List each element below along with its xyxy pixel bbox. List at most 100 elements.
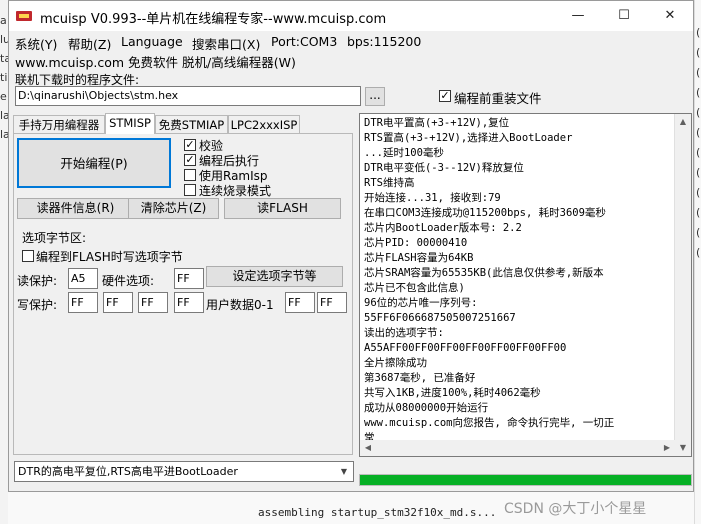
menu-language[interactable]: Language	[121, 34, 183, 49]
menu-system[interactable]: 系统(Y)	[15, 34, 57, 53]
minimize-button[interactable]: —	[555, 1, 601, 31]
background-right-fragment: (	[696, 186, 701, 199]
log-line: 读出的选项字节:	[364, 327, 444, 339]
program-option-checkbox[interactable]	[184, 169, 196, 181]
erase-chip-button[interactable]: 清除芯片(Z)	[128, 198, 219, 219]
program-option-checkbox[interactable]: ✓	[184, 139, 196, 151]
bootloader-mode-value: DTR的高电平复位,RTS高电平进BootLoader	[18, 465, 238, 478]
log-line: 共写入1KB,进度100%,耗时4062毫秒	[364, 387, 541, 399]
background-right-fragment: (	[696, 226, 701, 239]
log-line: 成功从08000000开始运行	[364, 402, 489, 414]
tab-handheld-programmer[interactable]: 手持万用编程器	[13, 115, 105, 134]
program-option-label: 连续烧录模式	[199, 184, 272, 198]
log-line: DTR电平变低(-3--12V)释放复位	[364, 162, 524, 174]
tab-free-stmiap[interactable]: 免费STMIAP	[155, 115, 228, 134]
minimize-icon: —	[571, 8, 585, 23]
menu-port[interactable]: Port:COM3	[271, 34, 337, 49]
log-line: 开始连接...31, 接收到:79	[364, 192, 501, 204]
write-protect-field-0[interactable]: FF	[68, 292, 98, 313]
browse-button[interactable]: ...	[365, 87, 385, 106]
close-icon: ✕	[664, 8, 676, 23]
log-line: 芯片已不包含此信息)	[364, 282, 465, 294]
write-protect-field-3[interactable]: FF	[174, 292, 204, 313]
background-left-fragment: ti	[0, 71, 8, 84]
free-software-link[interactable]: www.mcuisp.com 免费软件 脱机/高线编程器(W)	[15, 52, 296, 71]
mcuisp-window: mcuisp V0.993--单片机在线编程专家--www.mcuisp.com…	[8, 0, 694, 492]
tab-lpc2xxxisp[interactable]: LPC2xxxISP	[228, 115, 300, 134]
log-lines: DTR电平置高(+3-+12V),复位 RTS置高(+3-+12V),选择进入Bo…	[364, 116, 674, 446]
read-protect-field[interactable]: A5	[68, 268, 98, 289]
option-bytes-group-label: 选项字节区:	[22, 231, 87, 245]
background-bottom-text: assembling startup_stm32f10x_md.s...	[258, 506, 497, 519]
read-device-info-button[interactable]: 读器件信息(R)	[17, 198, 134, 219]
chevron-down-icon[interactable]: ▼	[337, 462, 351, 481]
scroll-down-icon[interactable]: ▼	[675, 440, 691, 456]
log-vertical-scrollbar[interactable]: ▲ ▼	[674, 114, 691, 456]
background-right-fragment: (	[696, 46, 701, 59]
log-line: ...延时100毫秒	[364, 147, 444, 159]
log-line: www.mcuisp.com向您报告, 命令执行完毕, 一切正	[364, 417, 615, 429]
maximize-button[interactable]: ☐	[601, 1, 647, 31]
log-line: DTR电平置高(+3-+12V),复位	[364, 117, 510, 129]
background-window-right: ((((((((((((	[694, 0, 701, 524]
window-title: mcuisp V0.993--单片机在线编程专家--www.mcuisp.com	[40, 12, 387, 27]
hardware-option-field[interactable]: FF	[174, 268, 204, 289]
close-button[interactable]: ✕	[647, 1, 693, 31]
background-right-fragment: (	[696, 66, 701, 79]
log-line: 芯片SRAM容量为65535KB(此信息仅供参考,新版本	[364, 267, 604, 279]
checkmark-icon: ✓	[440, 89, 450, 102]
stmisp-panel: 开始编程(P) ✓ 校验 ✓ 编程后执行 使用RamIsp 连续烧录模式 读器件信息(R)…	[13, 133, 353, 455]
log-line: 芯片FLASH容量为64KB	[364, 252, 474, 264]
log-line: RTS置高(+3-+12V),选择进入BootLoader	[364, 132, 573, 144]
background-right-fragment: (	[696, 146, 701, 159]
scroll-right-icon[interactable]: ▶	[659, 440, 675, 456]
program-file-path-field[interactable]: D:\qinarushi\Objects\stm.hex	[15, 86, 361, 106]
start-program-button[interactable]: 开始编程(P)	[17, 138, 171, 188]
scroll-left-icon[interactable]: ◀	[360, 440, 376, 456]
log-line: 在串口COM3连接成功@115200bps, 耗时3609毫秒	[364, 207, 606, 219]
set-option-bytes-button[interactable]: 设定选项字节等	[206, 266, 343, 287]
log-line: RTS维持高	[364, 177, 415, 189]
menu-help[interactable]: 帮助(Z)	[68, 34, 111, 53]
program-option-checkbox[interactable]: ✓	[184, 154, 196, 166]
bootloader-mode-select[interactable]: DTR的高电平复位,RTS高电平进BootLoader ▼	[14, 461, 354, 482]
log-line: 芯片PID: 00000410	[364, 237, 468, 249]
read-flash-button[interactable]: 读FLASH	[224, 198, 341, 219]
write-protect-field-2[interactable]: FF	[138, 292, 168, 313]
background-right-fragment: (	[696, 126, 701, 139]
write-protect-label: 写保护:	[17, 298, 58, 312]
log-line: 芯片内BootLoader版本号: 2.2	[364, 222, 522, 234]
write-protect-field-1[interactable]: FF	[103, 292, 133, 313]
background-right-fragment: (	[696, 86, 701, 99]
background-left-fragment: a	[0, 14, 7, 27]
csdn-watermark: CSDN @大丁小个星星	[504, 501, 647, 517]
menu-bps[interactable]: bps:115200	[347, 34, 421, 49]
log-line: 第3687毫秒, 已准备好	[364, 372, 476, 384]
write-option-bytes-checkbox[interactable]	[22, 250, 34, 262]
log-output[interactable]: DTR电平置高(+3-+12V),复位 RTS置高(+3-+12V),选择进入Bo…	[359, 113, 692, 457]
tab-stmisp[interactable]: STMISP	[105, 113, 155, 134]
background-left-fragment: e	[0, 90, 7, 103]
read-protect-label: 读保护:	[17, 274, 58, 288]
log-horizontal-scrollbar[interactable]: ◀ ▶	[360, 440, 675, 456]
background-right-fragment: (	[696, 246, 701, 259]
reload-before-program-label: 编程前重装文件	[454, 91, 542, 106]
app-icon	[16, 11, 32, 21]
maximize-icon: ☐	[618, 8, 630, 23]
log-line: A55AFF00FF00FF00FF00FF00FF00FF00	[364, 342, 567, 354]
user-data-field-0[interactable]: FF	[285, 292, 315, 313]
scroll-up-icon[interactable]: ▲	[675, 114, 691, 130]
menu-search-port[interactable]: 搜索串口(X)	[192, 34, 260, 53]
user-data-label: 用户数据0-1	[206, 298, 274, 312]
reload-before-program-checkbox[interactable]: ✓	[439, 90, 451, 102]
menu-bar: 系统(Y) 帮助(Z) Language 搜索串口(X) Port:COM3 b…	[9, 31, 693, 53]
write-option-bytes-label: 编程到FLASH时写选项字节	[36, 250, 183, 264]
title-bar[interactable]: mcuisp V0.993--单片机在线编程专家--www.mcuisp.com…	[9, 1, 693, 31]
user-data-field-1[interactable]: FF	[317, 292, 347, 313]
program-option-checkbox[interactable]	[184, 184, 196, 196]
background-right-fragment: (	[696, 206, 701, 219]
log-line: 96位的芯片唯一序列号:	[364, 297, 478, 309]
hardware-option-label: 硬件选项:	[102, 274, 155, 288]
log-line: 55FF6F066687505007251667	[364, 312, 516, 324]
background-right-fragment: (	[696, 106, 701, 119]
